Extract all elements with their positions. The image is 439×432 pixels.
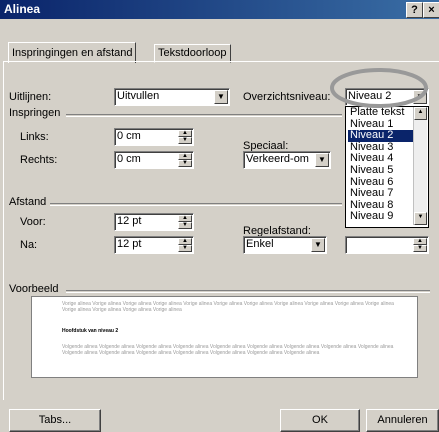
voorbeeld-label: Voorbeeld [9, 283, 59, 295]
voor-value: 12 pt [117, 215, 142, 227]
speciaal-value: Verkeerd-om [246, 153, 309, 165]
preview-previous-paragraph: Vorige alinea Vorige alinea Vorige aline… [62, 301, 394, 313]
tab-inspringingen-label: Inspringingen en afstand [12, 47, 133, 59]
ok-button-label: OK [312, 414, 328, 426]
tabs-button-label: Tabs... [38, 414, 72, 426]
highlight-circle [330, 68, 428, 108]
na-stepper[interactable]: 12 pt ▲ ▼ [114, 236, 194, 254]
tab-inspringingen[interactable]: Inspringingen en afstand [8, 42, 137, 63]
na-label: Na: [20, 239, 38, 251]
uitlijnen-label: Uitlijnen: [9, 91, 52, 103]
spin-down-icon[interactable]: ▼ [178, 245, 192, 252]
spin-down-icon[interactable]: ▼ [413, 245, 427, 252]
regelafstand-bij-stepper[interactable]: ▲ ▼ [345, 236, 429, 254]
voor-label: Voor: [20, 216, 46, 228]
inspringen-divider [66, 114, 342, 117]
spin-up-icon[interactable]: ▲ [413, 238, 427, 245]
dropdown-scrollbar[interactable]: ▲ ▼ [413, 107, 427, 225]
overzichtsniveau-label: Overzichtsniveau: [243, 91, 331, 103]
uitlijnen-select[interactable]: Uitvullen ▼ [114, 88, 230, 106]
links-stepper[interactable]: 0 cm ▲ ▼ [114, 128, 194, 146]
spin-down-icon[interactable]: ▼ [178, 160, 192, 167]
preview-box: Vorige alinea Vorige alinea Vorige aline… [31, 296, 418, 378]
tabs-button[interactable]: Tabs... [9, 409, 101, 432]
dropdown-option[interactable]: Niveau 5 [348, 164, 416, 177]
tab-tekstdoorloop-label: Tekstdoorloop [158, 47, 227, 59]
close-button[interactable]: × [423, 2, 439, 18]
rechts-value: 0 cm [117, 153, 141, 165]
regelafstand-select[interactable]: Enkel ▼ [243, 236, 327, 254]
rechts-label: Rechts: [20, 154, 58, 166]
window-title: Alinea [4, 2, 41, 16]
scroll-down-icon[interactable]: ▼ [414, 212, 427, 225]
voorbeeld-divider [66, 290, 430, 293]
uitlijnen-value: Uitvullen [117, 90, 160, 102]
cancel-button[interactable]: Annuleren [366, 409, 439, 432]
ok-button[interactable]: OK [280, 409, 360, 432]
chevron-down-icon[interactable]: ▼ [214, 90, 228, 104]
spin-up-icon[interactable]: ▲ [178, 130, 192, 137]
preview-heading: Hoofdstuk van niveau 2 [62, 328, 119, 334]
dropdown-option[interactable]: Niveau 7 [348, 188, 416, 200]
chevron-down-icon[interactable]: ▼ [311, 238, 325, 252]
afstand-divider [50, 203, 342, 206]
spin-up-icon[interactable]: ▲ [178, 215, 192, 222]
dropdown-option[interactable]: Niveau 9 [348, 211, 416, 223]
preview-next-paragraph: Volgende alinea Volgende alinea Volgende… [62, 344, 394, 356]
afstand-group-label: Afstand [9, 196, 47, 208]
links-label: Links: [20, 131, 49, 143]
cancel-button-label: Annuleren [377, 414, 428, 426]
inspringen-group-label: Inspringen [9, 107, 61, 119]
spin-up-icon[interactable]: ▲ [178, 238, 192, 245]
help-button[interactable]: ? [406, 2, 423, 18]
rechts-stepper[interactable]: 0 cm ▲ ▼ [114, 151, 194, 169]
title-bar: Alinea ? × [0, 0, 439, 19]
voor-stepper[interactable]: 12 pt ▲ ▼ [114, 213, 194, 231]
speciaal-select[interactable]: Verkeerd-om ▼ [243, 151, 331, 169]
chevron-down-icon[interactable]: ▼ [315, 153, 329, 167]
spin-down-icon[interactable]: ▼ [178, 137, 192, 144]
links-value: 0 cm [117, 130, 141, 142]
regelafstand-value: Enkel [246, 238, 274, 250]
spin-down-icon[interactable]: ▼ [178, 222, 192, 229]
na-value: 12 pt [117, 238, 142, 250]
spin-up-icon[interactable]: ▲ [178, 153, 192, 160]
